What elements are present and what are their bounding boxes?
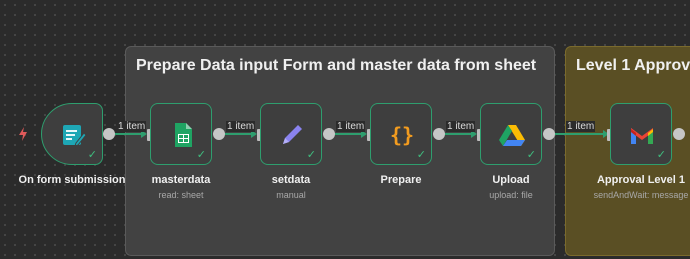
- node-name: Approval Level 1: [596, 174, 686, 186]
- gmail-icon: [631, 128, 653, 144]
- success-check-icon: ✓: [656, 149, 666, 161]
- node-subtitle: upload: file: [489, 190, 533, 200]
- success-check-icon: ✓: [526, 149, 536, 161]
- connection-label: 1 item: [226, 121, 256, 132]
- node-on-form-submission[interactable]: ✓: [41, 103, 103, 165]
- node-name: Upload: [492, 174, 530, 186]
- success-check-icon: ✓: [87, 149, 97, 161]
- node-subtitle: manual: [276, 190, 306, 200]
- node-setdata[interactable]: ✓: [260, 103, 322, 165]
- curly-braces-icon: {}: [390, 123, 414, 147]
- google-drive-icon: [499, 125, 525, 146]
- sticky-title: Prepare Data input Form and master data …: [136, 57, 537, 74]
- google-sheets-icon: [175, 123, 192, 147]
- node-upload[interactable]: ✓: [480, 103, 542, 165]
- output-handle[interactable]: [543, 128, 555, 140]
- form-icon: [63, 125, 87, 147]
- node-prepare[interactable]: {} ✓: [370, 103, 432, 165]
- node-masterdata[interactable]: ✓: [150, 103, 212, 165]
- output-handle[interactable]: [103, 128, 115, 140]
- pencil-icon: [283, 125, 302, 144]
- connection-label: 1 item: [336, 121, 366, 132]
- connection-label: 1 item: [566, 121, 596, 132]
- trigger-bolt-icon: [19, 127, 27, 141]
- connection-label: 1 item: [117, 121, 147, 132]
- sticky-title: Level 1 Approve: [576, 57, 690, 74]
- output-handle[interactable]: [433, 128, 445, 140]
- output-handle[interactable]: [213, 128, 225, 140]
- success-check-icon: ✓: [416, 149, 426, 161]
- success-check-icon: ✓: [306, 149, 316, 161]
- output-handle[interactable]: [323, 128, 335, 140]
- output-handle[interactable]: [673, 128, 685, 140]
- connection-line[interactable]: [549, 133, 605, 135]
- connection-label: 1 item: [446, 121, 476, 132]
- node-approval-level-1[interactable]: ✓: [610, 103, 672, 165]
- svg-text:{}: {}: [390, 123, 414, 147]
- node-subtitle: sendAndWait: message: [593, 190, 689, 200]
- success-check-icon: ✓: [196, 149, 206, 161]
